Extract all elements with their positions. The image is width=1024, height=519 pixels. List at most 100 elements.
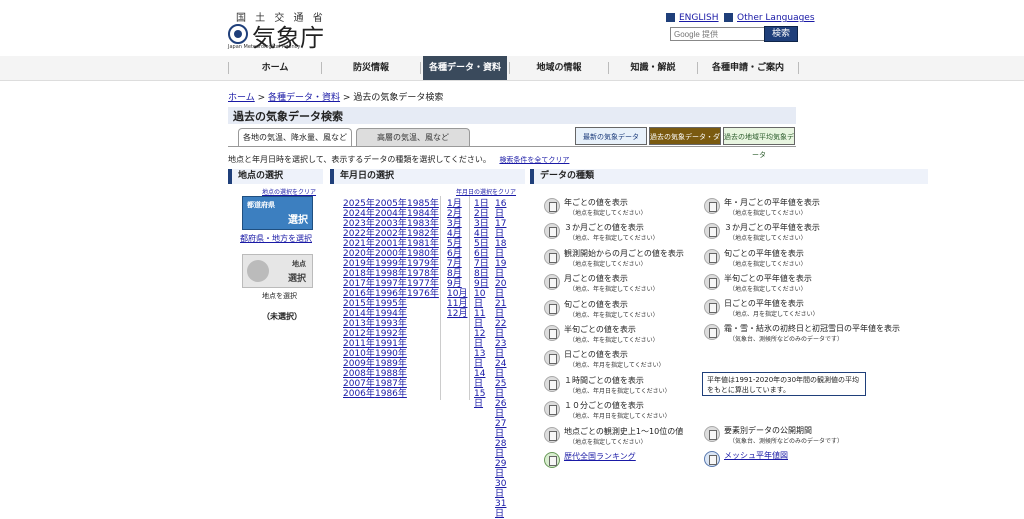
year-link[interactable]: 1996年 bbox=[375, 289, 407, 299]
data-kind-label[interactable]: 旬ごとの平年値を表示 bbox=[724, 248, 804, 259]
day-link[interactable]: 16日 bbox=[495, 199, 515, 219]
year-link[interactable]: 2001年 bbox=[375, 239, 407, 249]
data-kind-label[interactable]: 霜・雪・結氷の初終日と初冠雪日の平年値を表示 bbox=[724, 323, 900, 334]
day-link[interactable]: 8日 bbox=[474, 269, 494, 279]
data-kind-label[interactable]: 年・月ごとの平年値を表示 bbox=[724, 197, 820, 208]
day-link[interactable]: 10日 bbox=[474, 289, 494, 309]
data-kind-label[interactable]: 半旬ごとの値を表示 bbox=[564, 324, 636, 335]
breadcrumb-home[interactable]: ホーム bbox=[228, 93, 255, 103]
day-link[interactable]: 29日 bbox=[495, 459, 515, 479]
year-link[interactable]: 1999年 bbox=[375, 259, 407, 269]
day-link[interactable]: 14日 bbox=[474, 369, 494, 389]
data-kind-label[interactable]: １時間ごとの値を表示 bbox=[564, 375, 644, 386]
day-link[interactable]: 24日 bbox=[495, 359, 515, 379]
day-link[interactable]: 3日 bbox=[474, 219, 494, 229]
year-link[interactable]: 2000年 bbox=[375, 249, 407, 259]
date-clear-link[interactable]: 年月日の選択をクリア bbox=[456, 187, 516, 196]
calendar-icon[interactable] bbox=[544, 198, 560, 214]
day-link[interactable]: 4日 bbox=[474, 229, 494, 239]
year-link[interactable]: 1993年 bbox=[375, 319, 407, 329]
lang-english-label[interactable]: ENGLISH bbox=[679, 13, 719, 23]
data-kind-label[interactable]: ３か月ごとの平年値を表示 bbox=[724, 222, 820, 233]
year-link[interactable]: 1981年 bbox=[407, 239, 439, 249]
day-link[interactable]: 1日 bbox=[474, 199, 494, 209]
year-link[interactable]: 2018年 bbox=[343, 269, 375, 279]
year-link[interactable]: 2015年 bbox=[343, 299, 375, 309]
month-link[interactable]: 5月 bbox=[447, 239, 467, 249]
day-link[interactable]: 12日 bbox=[474, 329, 494, 349]
year-link[interactable]: 2020年 bbox=[343, 249, 375, 259]
calendar-icon[interactable] bbox=[704, 324, 720, 340]
nav-regional[interactable]: 地域の情報 bbox=[510, 56, 608, 80]
year-link[interactable]: 1995年 bbox=[375, 299, 407, 309]
year-link[interactable]: 1983年 bbox=[407, 219, 439, 229]
calendar-icon[interactable] bbox=[544, 248, 560, 265]
data-kind-label[interactable]: 日ごとの値を表示 bbox=[564, 349, 628, 360]
calendar-icon[interactable] bbox=[544, 325, 560, 341]
data-kind-label[interactable]: 旬ごとの値を表示 bbox=[564, 299, 628, 310]
calendar-icon[interactable] bbox=[704, 249, 720, 265]
day-link[interactable]: 22日 bbox=[495, 319, 515, 339]
latest-data-banner[interactable]: 最新の気象データ bbox=[575, 127, 647, 145]
year-link[interactable]: 2023年 bbox=[343, 219, 375, 229]
data-kind-label[interactable]: メッシュ平年値図 bbox=[724, 450, 788, 461]
year-link[interactable]: 1977年 bbox=[407, 279, 439, 289]
year-link[interactable]: 2016年 bbox=[343, 289, 375, 299]
day-link[interactable]: 11日 bbox=[474, 309, 494, 329]
year-link[interactable]: 1998年 bbox=[375, 269, 407, 279]
tab-surface[interactable]: 各地の気温、降水量、風など bbox=[238, 128, 352, 147]
day-link[interactable]: 25日 bbox=[495, 379, 515, 399]
year-link[interactable]: 1980年 bbox=[407, 249, 439, 259]
year-link[interactable]: 2019年 bbox=[343, 259, 375, 269]
year-link[interactable]: 2025年 bbox=[343, 199, 375, 209]
month-link[interactable]: 2月 bbox=[447, 209, 467, 219]
year-link[interactable]: 2010年 bbox=[343, 349, 375, 359]
month-link[interactable]: 10月 bbox=[447, 289, 467, 299]
calendar-icon[interactable] bbox=[704, 451, 720, 467]
day-link[interactable]: 27日 bbox=[495, 419, 515, 439]
calendar-icon[interactable] bbox=[544, 375, 560, 392]
year-link[interactable]: 2008年 bbox=[343, 369, 375, 379]
calendar-icon[interactable] bbox=[544, 350, 560, 367]
day-link[interactable]: 15日 bbox=[474, 389, 494, 409]
day-link[interactable]: 7日 bbox=[474, 259, 494, 269]
data-kind-label[interactable]: 観測開始からの月ごとの値を表示 bbox=[564, 248, 684, 259]
data-kind-label[interactable]: 日ごとの平年値を表示 bbox=[724, 298, 804, 309]
year-link[interactable]: 2012年 bbox=[343, 329, 375, 339]
year-link[interactable]: 1997年 bbox=[375, 279, 407, 289]
day-link[interactable]: 18日 bbox=[495, 239, 515, 259]
year-link[interactable]: 2005年 bbox=[375, 199, 407, 209]
regional-average-banner[interactable]: 過去の地域平均気象データ bbox=[723, 127, 795, 159]
year-link[interactable]: 2006年 bbox=[343, 389, 375, 399]
year-link[interactable]: 1984年 bbox=[407, 209, 439, 219]
day-link[interactable]: 30日 bbox=[495, 479, 515, 499]
data-kind-label[interactable]: １０分ごとの値を表示 bbox=[564, 400, 644, 411]
year-link[interactable]: 2021年 bbox=[343, 239, 375, 249]
year-link[interactable]: 2002年 bbox=[375, 229, 407, 239]
month-link[interactable]: 3月 bbox=[447, 219, 467, 229]
calendar-icon[interactable] bbox=[544, 299, 560, 316]
year-link[interactable]: 1982年 bbox=[407, 229, 439, 239]
year-link[interactable]: 2009年 bbox=[343, 359, 375, 369]
day-link[interactable]: 31日 bbox=[495, 499, 515, 519]
calendar-icon[interactable] bbox=[704, 198, 720, 214]
data-kind-label[interactable]: 歴代全国ランキング bbox=[564, 451, 636, 462]
location-clear-link[interactable]: 地点の選択をクリア bbox=[262, 187, 316, 196]
calendar-icon[interactable] bbox=[544, 452, 560, 468]
prefecture-select-link[interactable]: 都府県・地方を選択 bbox=[240, 233, 312, 244]
day-link[interactable]: 21日 bbox=[495, 299, 515, 319]
search-button[interactable]: 検索 bbox=[764, 26, 798, 42]
day-link[interactable]: 13日 bbox=[474, 349, 494, 369]
download-banner[interactable]: 過去の気象データ・ダウンロード bbox=[649, 127, 721, 159]
year-link[interactable]: 1985年 bbox=[407, 199, 439, 209]
year-link[interactable]: 2011年 bbox=[343, 339, 375, 349]
calendar-icon[interactable] bbox=[704, 426, 720, 442]
day-link[interactable]: 6日 bbox=[474, 249, 494, 259]
tab-upper-air[interactable]: 高層の気温、風など bbox=[356, 128, 470, 147]
year-link[interactable]: 1979年 bbox=[407, 259, 439, 269]
year-link[interactable]: 1986年 bbox=[375, 389, 407, 399]
lang-english-link[interactable]: ENGLISH bbox=[666, 13, 719, 23]
nav-knowledge[interactable]: 知識・解説 bbox=[609, 56, 697, 80]
month-link[interactable]: 7月 bbox=[447, 259, 467, 269]
day-link[interactable]: 28日 bbox=[495, 439, 515, 459]
